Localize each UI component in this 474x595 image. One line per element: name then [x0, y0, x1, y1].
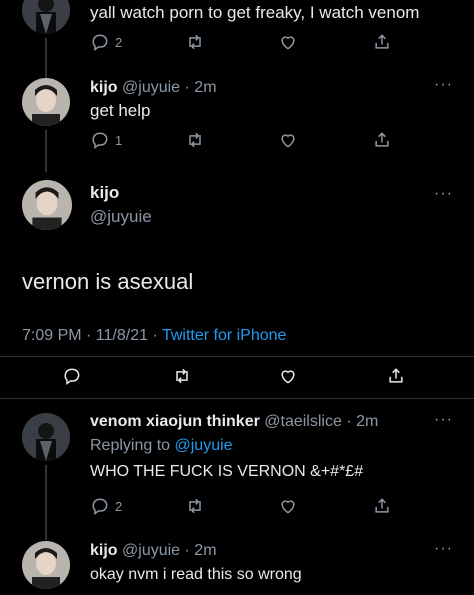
like-icon: [281, 370, 295, 384]
share-button[interactable]: [372, 495, 392, 517]
reply-icon: [92, 34, 108, 51]
share-icon: [389, 368, 403, 383]
share-icon: [375, 34, 389, 49]
source-link[interactable]: Twitter for iPhone: [162, 327, 287, 344]
like-button[interactable]: [278, 365, 298, 387]
reply-button[interactable]: 2: [90, 31, 122, 53]
retweet-icon: [189, 34, 201, 50]
divider: [0, 356, 474, 357]
avatar-kijo-main[interactable]: [22, 180, 72, 230]
handle[interactable]: @taeilslice: [264, 413, 342, 430]
reply-count: 2: [115, 498, 123, 514]
like-icon: [281, 36, 295, 50]
share-icon: [375, 132, 389, 147]
avatar-venom[interactable]: [22, 0, 70, 34]
replying-to-handle[interactable]: @juyuie: [175, 437, 233, 454]
reply-icon: [92, 498, 108, 515]
more-options-icon[interactable]: ···: [434, 185, 453, 203]
handle[interactable]: @juyuie: [122, 542, 180, 559]
main-tweet-actions: [0, 365, 474, 389]
display-name[interactable]: kijo: [90, 79, 118, 96]
replying-to: Replying to @juyuie: [90, 437, 233, 455]
tweet-header: kijo @juyuie · 2m: [90, 542, 217, 560]
tweet-header: kijo @juyuie · 2m: [90, 79, 217, 97]
reply-button[interactable]: 2: [90, 495, 122, 517]
display-name[interactable]: venom xiaojun thinker: [90, 413, 260, 430]
thread-line: [45, 38, 47, 78]
reply-icon: [64, 368, 80, 385]
share-icon: [375, 498, 389, 513]
timestamp: · 2m: [184, 542, 217, 559]
retweet-button[interactable]: [185, 495, 205, 517]
handle[interactable]: @juyuie: [90, 207, 152, 227]
tweet-actions: 2: [90, 495, 390, 517]
handle[interactable]: @juyuie: [122, 79, 180, 96]
retweet-button[interactable]: [185, 129, 205, 151]
tweet-text: okay nvm i read this so wrong: [90, 566, 302, 583]
timestamp[interactable]: 7:09 PM · 11/8/21 ·: [22, 327, 162, 344]
avatar-kijo-reply[interactable]: [22, 541, 70, 589]
reply-count: 2: [115, 34, 123, 50]
reply-button[interactable]: 1: [90, 129, 122, 151]
tweet-actions: 1: [90, 129, 390, 151]
retweet-button[interactable]: [185, 31, 205, 53]
display-name[interactable]: kijo: [90, 542, 118, 559]
share-button[interactable]: [372, 129, 392, 151]
display-name[interactable]: kijo: [90, 183, 119, 203]
tweet-header: venom xiaojun thinker @taeilslice · 2m: [90, 413, 378, 431]
retweet-icon: [189, 498, 201, 514]
tweet-timestamp: 7:09 PM · 11/8/21 · Twitter for iPhone: [22, 327, 286, 345]
more-options-icon[interactable]: ···: [434, 411, 453, 429]
avatar-venom-xiaojun[interactable]: [22, 413, 70, 461]
tweet-text: get help: [90, 101, 151, 120]
tweet-text: WHO THE FUCK IS VERNON &+#*£#: [90, 463, 364, 480]
retweet-icon: [176, 368, 188, 384]
main-tweet-text: vernon is asexual: [22, 269, 194, 294]
like-button[interactable]: [278, 129, 298, 151]
more-options-icon[interactable]: ···: [434, 76, 453, 94]
retweet-icon: [189, 132, 201, 148]
tweet-actions: 2: [90, 31, 390, 53]
retweet-button[interactable]: [172, 365, 192, 387]
reply-button[interactable]: [62, 365, 82, 387]
divider: [0, 398, 474, 399]
tweet-text: yall watch porn to get freaky, I watch v…: [90, 3, 420, 22]
timestamp: · 2m: [184, 79, 217, 96]
share-button[interactable]: [386, 365, 406, 387]
thread-line: [45, 465, 47, 540]
reply-icon: [92, 132, 108, 149]
avatar-kijo[interactable]: [22, 78, 70, 126]
like-button[interactable]: [278, 31, 298, 53]
more-options-icon[interactable]: ···: [434, 540, 453, 558]
share-button[interactable]: [372, 31, 392, 53]
like-icon: [281, 134, 295, 148]
timestamp: · 2m: [346, 413, 379, 430]
like-button[interactable]: [278, 495, 298, 517]
replying-to-label: Replying to: [90, 437, 175, 454]
like-icon: [281, 500, 295, 514]
reply-count: 1: [115, 132, 123, 148]
thread-line: [45, 130, 47, 172]
